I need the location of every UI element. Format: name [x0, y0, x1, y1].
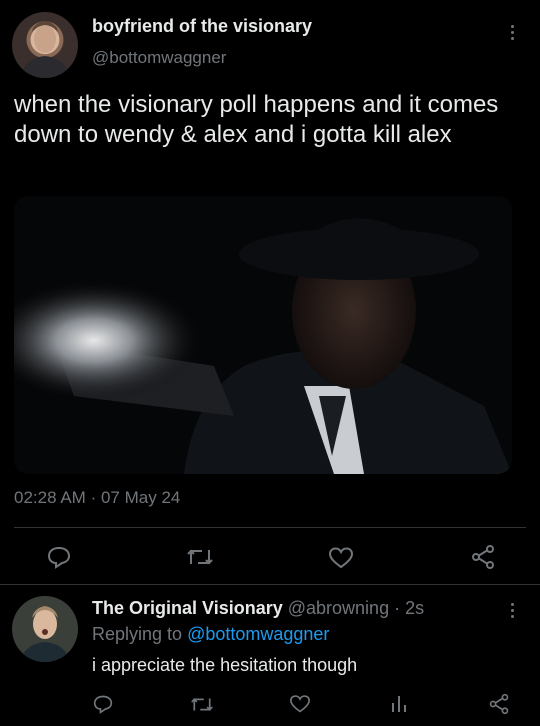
reply-heart-icon[interactable] — [289, 694, 311, 714]
divider — [0, 584, 540, 585]
retweet-icon[interactable] — [186, 546, 214, 568]
tweet-timestamp[interactable]: 02:28 AM · 07 May 24 — [14, 488, 180, 508]
reply-reply-icon[interactable] — [92, 694, 114, 714]
more-icon[interactable] — [500, 20, 524, 44]
heart-icon[interactable] — [328, 546, 354, 570]
reply-time[interactable]: 2s — [405, 598, 424, 618]
divider — [14, 527, 526, 528]
reply-retweet-icon[interactable] — [190, 695, 214, 714]
tweet-media-image[interactable] — [14, 196, 512, 474]
reply-analytics-icon[interactable] — [389, 692, 409, 714]
reply-time-separator: · — [394, 598, 401, 618]
replying-to-label: Replying to — [92, 624, 183, 644]
share-icon[interactable] — [470, 544, 496, 570]
reply-more-icon[interactable] — [500, 598, 524, 622]
reply-share-icon[interactable] — [488, 693, 510, 715]
author-name[interactable]: boyfriend of the visionary — [92, 16, 312, 37]
timestamp-separator: · — [90, 488, 97, 507]
tweet-date: 07 May 24 — [100, 488, 181, 507]
reply-header: The Original Visionary @abrowning · 2s — [92, 598, 424, 619]
reply-author-name[interactable]: The Original Visionary — [92, 598, 283, 618]
tweet-text: when the visionary poll happens and it c… — [14, 91, 499, 148]
tweet-time: 02:28 AM — [14, 488, 86, 507]
reply-text: i appreciate the hesitation though — [92, 655, 358, 675]
reply-author-avatar[interactable] — [12, 596, 78, 662]
author-avatar[interactable] — [12, 12, 78, 78]
reply-icon[interactable] — [46, 545, 72, 569]
author-handle[interactable]: @bottomwaggner — [92, 48, 226, 68]
replying-to-handle[interactable]: @bottomwaggner — [187, 624, 329, 644]
reply-author-handle[interactable]: @abrowning — [288, 598, 389, 618]
replying-to: Replying to @bottomwaggner — [92, 624, 329, 645]
